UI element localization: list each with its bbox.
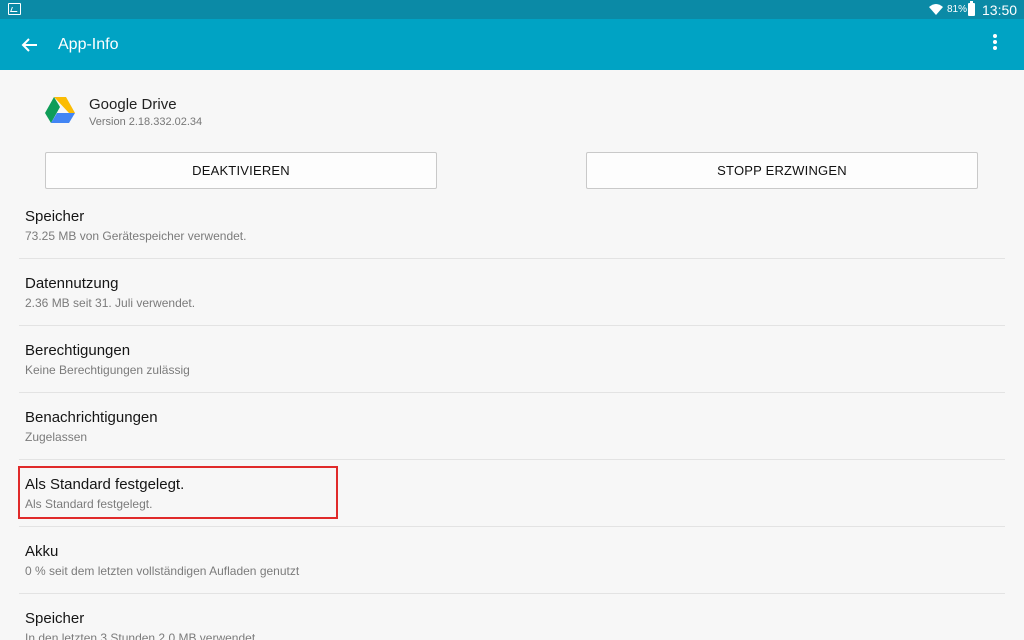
setting-subtitle: Keine Berechtigungen zulässig: [25, 363, 190, 377]
setting-subtitle: 73.25 MB von Gerätespeicher verwendet.: [25, 229, 247, 243]
page-title: App-Info: [58, 36, 119, 53]
clock: 13:50: [982, 2, 1018, 18]
setting-title: Akku: [25, 543, 59, 560]
setting-title: Berechtigungen: [25, 342, 131, 359]
setting-item-battery[interactable]: Akku 0 % seit dem letzten vollständigen …: [19, 527, 1005, 594]
more-vertical-icon[interactable]: [984, 33, 1006, 57]
app-name: Google Drive: [89, 96, 177, 113]
force-stop-button[interactable]: STOPP ERZWINGEN: [586, 152, 978, 189]
setting-item-storage[interactable]: Speicher 73.25 MB von Gerätespeicher ver…: [19, 192, 1005, 259]
arrow-left-icon[interactable]: [18, 33, 42, 57]
setting-title: Benachrichtigungen: [25, 409, 158, 426]
setting-title: Speicher: [25, 610, 85, 627]
status-bar: 81% 13:50: [0, 0, 1024, 19]
setting-item-memory[interactable]: Speicher In den letzten 3 Stunden 2,0 MB…: [19, 594, 1005, 640]
wifi-icon: [929, 4, 943, 15]
setting-item-notifications[interactable]: Benachrichtigungen Zugelassen: [19, 393, 1005, 460]
image-notification-icon: [8, 3, 21, 15]
battery-icon: [968, 1, 975, 16]
setting-subtitle: Zugelassen: [25, 430, 88, 444]
setting-subtitle: In den letzten 3 Stunden 2,0 MB verwende…: [25, 631, 256, 640]
setting-title: Speicher: [25, 208, 85, 225]
battery-percent: 81%: [947, 4, 968, 15]
app-info-content: Google Drive Version 2.18.332.02.34 DEAK…: [0, 70, 1024, 640]
setting-title: Datennutzung: [25, 275, 119, 292]
setting-subtitle: 2.36 MB seit 31. Juli verwendet.: [25, 296, 196, 310]
app-bar: App-Info: [0, 19, 1024, 70]
app-version: Version 2.18.332.02.34: [89, 116, 203, 128]
setting-item-permissions[interactable]: Berechtigungen Keine Berechtigungen zulä…: [19, 326, 1005, 393]
deactivate-button[interactable]: DEAKTIVIEREN: [45, 152, 437, 189]
setting-subtitle: 0 % seit dem letzten vollständigen Aufla…: [25, 564, 300, 578]
google-drive-icon: [45, 97, 75, 123]
setting-item-data-usage[interactable]: Datennutzung 2.36 MB seit 31. Juli verwe…: [19, 259, 1005, 326]
highlight-box: [18, 466, 338, 519]
